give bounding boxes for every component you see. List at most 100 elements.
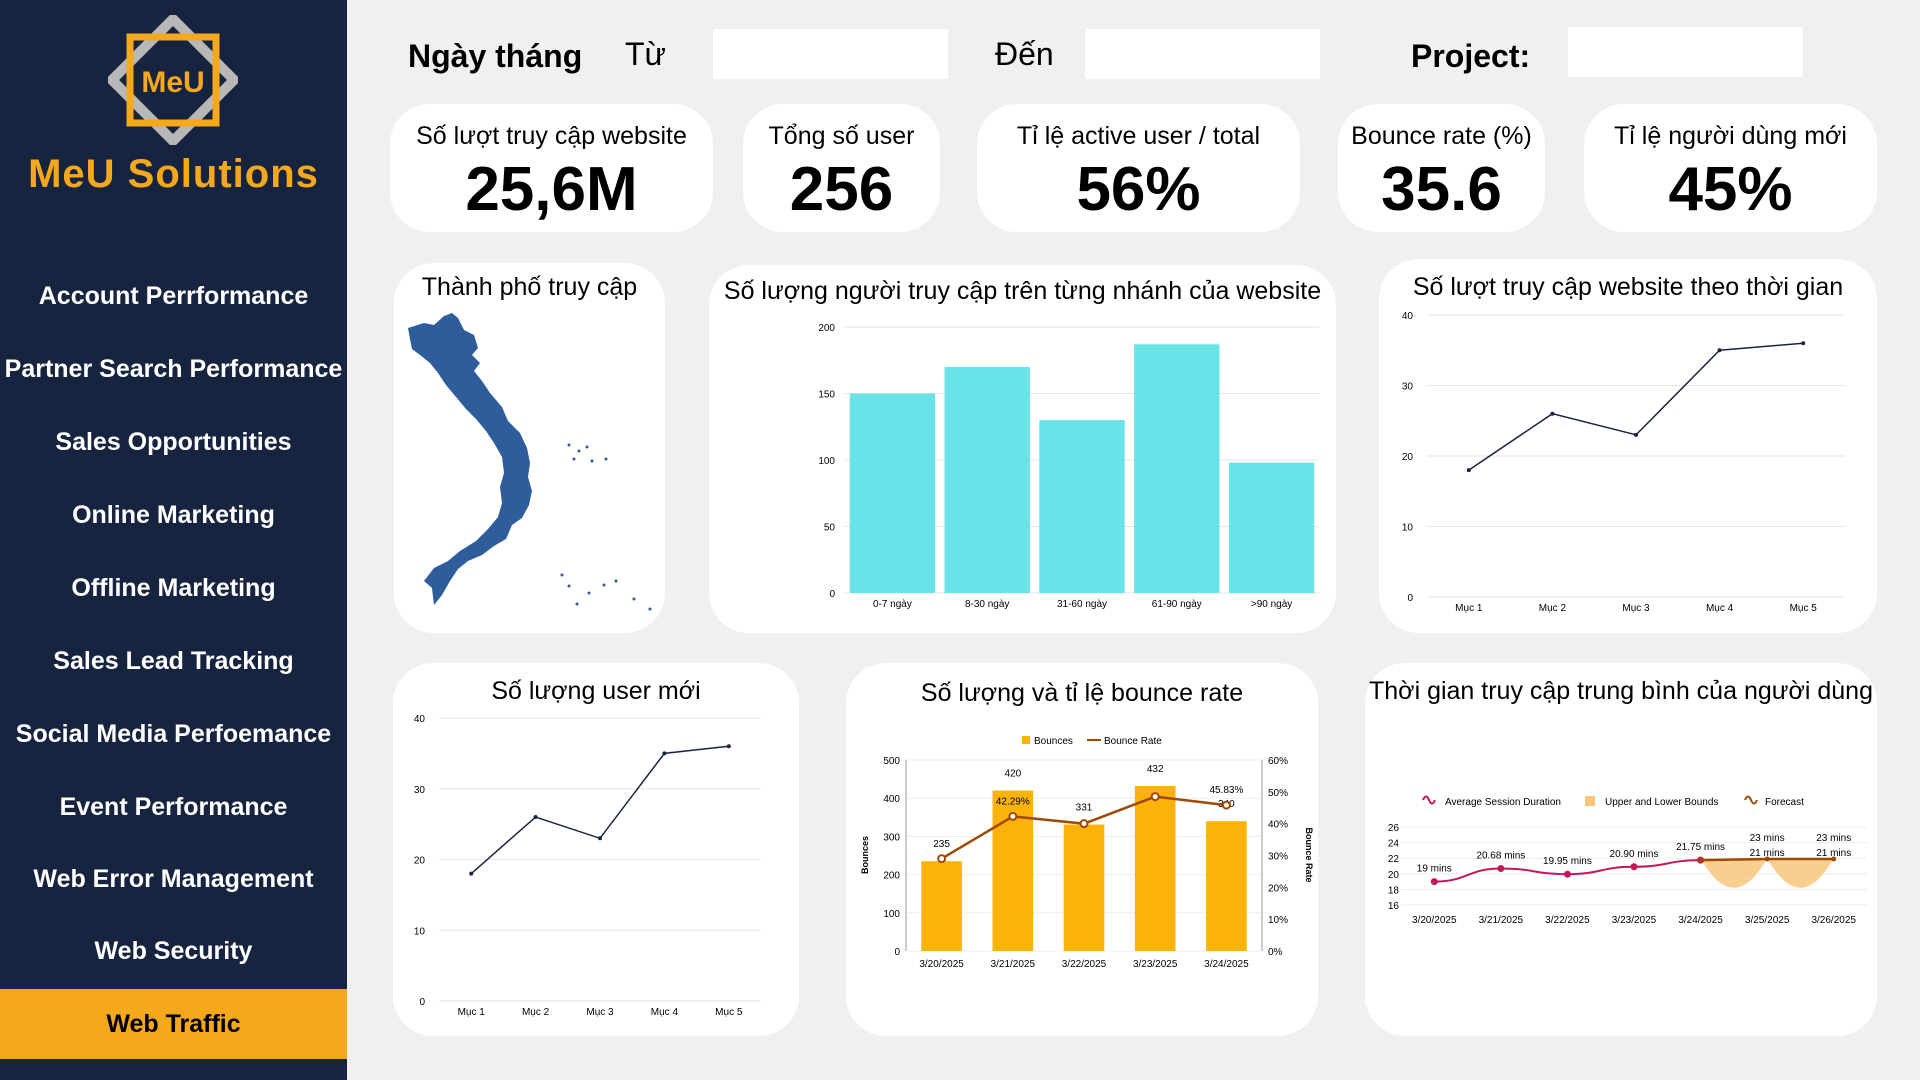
legend-swatch-bounds [1585, 796, 1595, 806]
x-tick-label: 3/25/2025 [1745, 915, 1790, 926]
bounce-combo-chart: Bounces Bounce Rate 0 100 200 300 400 500 0% 10% 2… [860, 736, 1314, 970]
session-value-label: 20.90 mins [1610, 849, 1659, 860]
legend-swatch-bounces [1022, 736, 1030, 744]
y-tick-label: 200 [818, 323, 835, 334]
bar [921, 861, 962, 951]
data-point [1717, 348, 1722, 353]
y-tick-label: 24 [1388, 839, 1400, 850]
y2-tick-label: 20% [1268, 883, 1288, 894]
branch-chart-card: Số lượng người truy cập trên từng nhánh … [709, 265, 1336, 633]
x-tick-label: 3/26/2025 [1811, 915, 1856, 926]
from-date-input[interactable] [713, 29, 948, 79]
kpi-label: Bounce rate (%) [1351, 122, 1532, 150]
rate-value-label: 42.29% [996, 796, 1030, 807]
legend-bounces: Bounces [1034, 736, 1073, 747]
data-point [1801, 341, 1806, 346]
x-tick-label: >90 ngày [1251, 599, 1292, 610]
rate-point [1221, 800, 1231, 810]
session-value-label: 21.75 mins [1676, 842, 1725, 853]
bar [1206, 821, 1247, 951]
x-tick-label: 3/20/2025 [1412, 915, 1457, 926]
nav-item-web-security[interactable]: Web Security [0, 916, 347, 986]
y-tick-label: 30 [414, 785, 426, 796]
kpi-label: Tỉ lệ active user / total [1016, 122, 1261, 150]
y2-axis-label: Bounce Rate [1304, 827, 1314, 882]
x-tick-label: Mục 2 [1539, 603, 1567, 614]
nav-item-social-media[interactable]: Social Media Perfoemance [0, 699, 347, 769]
vietnam-map [408, 313, 652, 611]
session-point [1563, 870, 1571, 878]
x-tick-label: 3/20/2025 [919, 959, 964, 970]
data-point [1634, 432, 1638, 437]
y-tick-label: 10 [1402, 523, 1414, 534]
kpi-card-visits: Số lượt truy cập website 25,6M [390, 104, 713, 232]
x-tick-label: 31-60 ngày [1057, 599, 1107, 610]
kpi-value: 256 [789, 155, 894, 224]
nav-item-offline-marketing[interactable]: Offline Marketing [0, 553, 347, 623]
nav-item-online-marketing[interactable]: Online Marketing [0, 480, 347, 550]
logo-text: MeU [141, 66, 204, 99]
y-tick-label: 100 [818, 456, 835, 467]
data-point [726, 744, 731, 749]
legend-bounce-rate: Bounce Rate [1104, 736, 1162, 747]
x-tick-label: 61-90 ngày [1152, 599, 1202, 610]
to-date-input[interactable] [1085, 29, 1320, 79]
y2-tick-label: 0% [1268, 947, 1283, 958]
bar [1228, 462, 1315, 593]
x-tick-label: 3/24/2025 [1204, 959, 1249, 970]
y-tick-label: 30 [1402, 382, 1414, 393]
map-card: Thành phố truy cập [394, 263, 665, 633]
bar [944, 366, 1030, 593]
kpi-card-total-users: Tổng số user 256 [743, 104, 940, 232]
session-value-label: 19.95 mins [1543, 856, 1592, 867]
bar [1134, 785, 1176, 951]
y-tick-label: 40 [414, 714, 426, 725]
x-tick-label: Mục 3 [586, 1007, 614, 1018]
series-line [470, 745, 729, 875]
meu-logo: MeU [108, 15, 238, 145]
y-tick-label: 40 [1402, 311, 1414, 322]
y-tick-label: 200 [883, 871, 900, 882]
x-tick-label: Mục 3 [1622, 603, 1650, 614]
visits-time-card: Số lượt truy cập website theo thời gian … [1379, 259, 1877, 633]
legend-forecast: Forecast [1765, 797, 1804, 808]
y-axis-label: Bounces [860, 836, 870, 874]
nav-item-account-performance[interactable]: Account Perrformance [0, 261, 347, 331]
data-point [662, 751, 667, 756]
bar [1063, 824, 1105, 951]
bar [1134, 344, 1220, 593]
x-tick-label: 0-7 ngày [873, 599, 912, 610]
session-point [1630, 863, 1638, 871]
nav-item-sales-opportunities[interactable]: Sales Opportunities [0, 407, 347, 477]
new-users-line-chart: 0 10 20 30 40 Mục 1 Mục 2 Mục 3 Mục 4 Mục 5 [414, 714, 761, 1018]
y-tick-label: 0 [1407, 593, 1413, 604]
nav-item-event-performance[interactable]: Event Performance [0, 772, 347, 842]
nav-item-web-error[interactable]: Web Error Management [0, 844, 347, 914]
x-tick-label: 3/22/2025 [1062, 959, 1107, 970]
nav-item-sales-lead-tracking[interactable]: Sales Lead Tracking [0, 626, 347, 696]
forecast-point [1698, 857, 1704, 863]
session-value-label: 19 mins [1417, 864, 1452, 875]
y-tick-label: 100 [883, 909, 900, 920]
x-tick-label: Mục 4 [1706, 603, 1734, 614]
to-label: Đến [995, 36, 1054, 72]
nav-item-partner-search[interactable]: Partner Search Performance [0, 334, 347, 404]
kpi-value: 45% [1668, 155, 1793, 224]
x-tick-label: Mục 1 [458, 1007, 486, 1018]
y-tick-label: 400 [883, 794, 900, 805]
x-tick-label: 3/21/2025 [991, 959, 1036, 970]
y-tick-label: 300 [883, 832, 900, 843]
rate-point [937, 854, 947, 864]
kpi-value: 25,6M [465, 155, 638, 224]
sidebar: MeU MeU Solutions Account Perrformance P… [0, 0, 347, 1080]
nav-item-web-traffic[interactable]: Web Traffic [0, 989, 347, 1059]
bar-value-label: 420 [1004, 769, 1021, 780]
y2-tick-label: 40% [1268, 820, 1288, 831]
y-tick-label: 18 [1388, 885, 1400, 896]
bar-value-label: 432 [1147, 764, 1164, 775]
data-point [1550, 411, 1555, 416]
project-input[interactable] [1568, 27, 1803, 77]
kpi-card-bounce-rate: Bounce rate (%) 35.6 [1338, 104, 1545, 232]
y-tick-label: 16 [1388, 901, 1400, 912]
y-tick-label: 26 [1388, 823, 1400, 834]
